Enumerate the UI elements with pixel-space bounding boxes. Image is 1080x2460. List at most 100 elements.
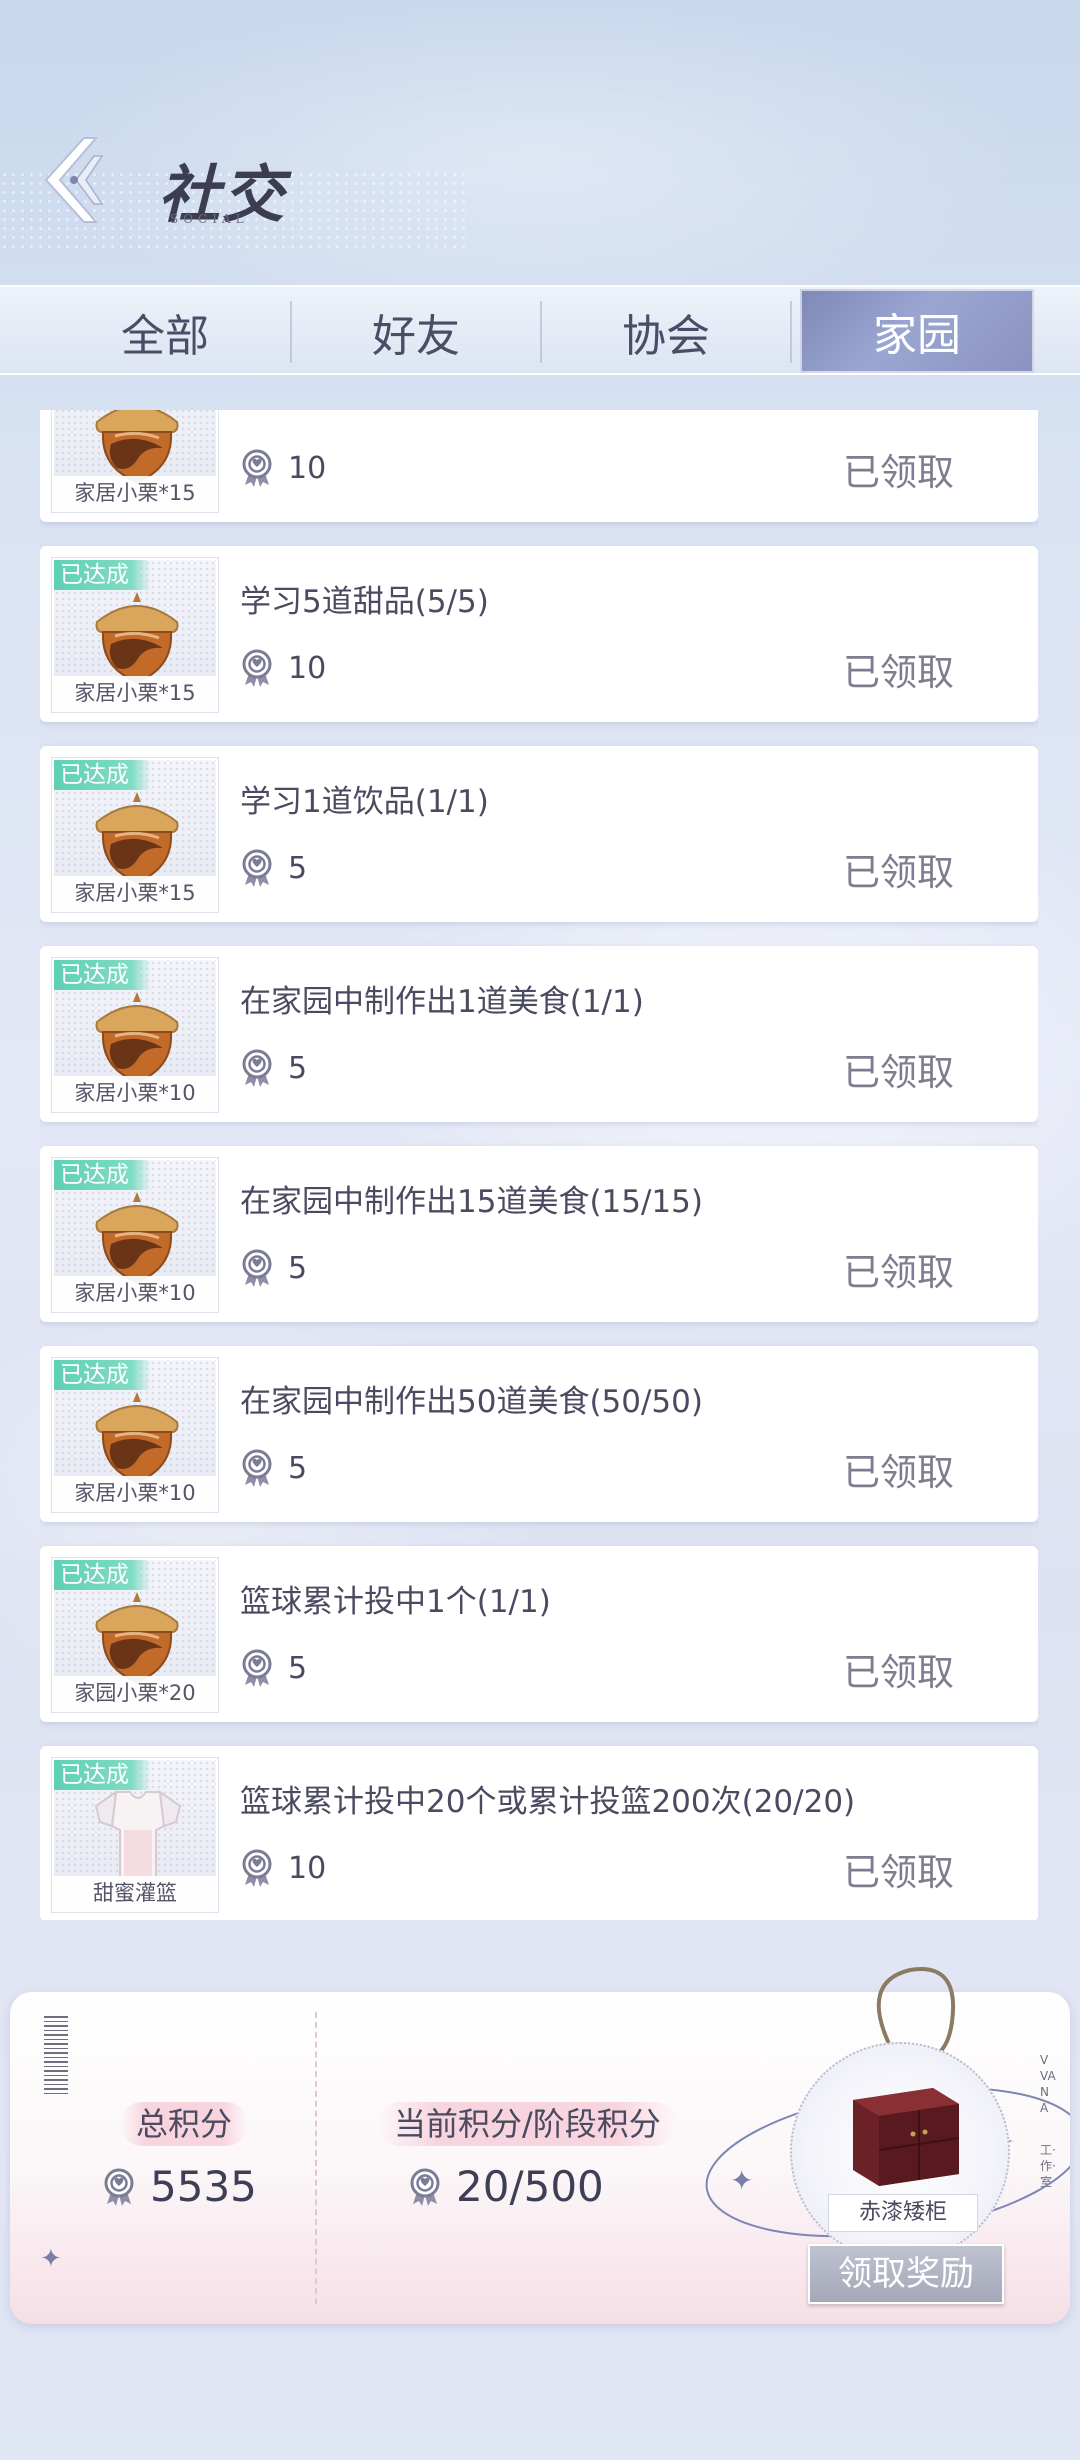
task-card: 家居小栗*15 10 已领取	[40, 410, 1038, 522]
task-card: 已达成 家居小栗*10 在家园中制作出50道美食(50/50) 5 已领取	[40, 1346, 1038, 1522]
total-points-value: 5535	[102, 2162, 257, 2211]
tab-friends[interactable]: 好友	[292, 287, 540, 377]
reward-thumbnail: 已达成 家居小栗*15	[52, 758, 218, 912]
acorn-icon	[87, 1588, 187, 1684]
task-title: 在家园中制作出1道美食(1/1)	[240, 984, 644, 1020]
points-value: 10	[288, 650, 327, 686]
completed-badge: 已达成	[54, 960, 151, 990]
claimed-status[interactable]: 已领取	[843, 1642, 954, 1696]
back-button[interactable]	[38, 132, 110, 228]
points-value: 5	[288, 850, 308, 886]
reward-thumbnail: 已达成 甜蜜灌篮	[52, 1758, 218, 1912]
points-value: 10	[288, 450, 327, 486]
points-row: 5	[240, 1446, 307, 1490]
medal-icon	[240, 1449, 274, 1487]
reward-label: 家居小栗*15	[54, 876, 216, 910]
reward-thumbnail: 已达成 家居小栗*10	[52, 1358, 218, 1512]
page-subtitle: SOCIAL	[170, 212, 249, 226]
reward-label: 家居小栗*10	[54, 1076, 216, 1110]
task-title: 在家园中制作出50道美食(50/50)	[240, 1384, 703, 1420]
points-row: 5	[240, 1646, 307, 1690]
acorn-icon	[87, 588, 187, 684]
points-row: 10	[240, 1846, 326, 1890]
task-list[interactable]: 家居小栗*15 10 已领取 已达成 家居小栗*15 学习5道甜品(5/5) 1…	[40, 410, 1038, 1920]
points-value: 5	[288, 1650, 308, 1686]
medal-icon	[240, 1849, 274, 1887]
task-title: 学习1道饮品(1/1)	[240, 784, 489, 820]
claimed-status[interactable]: 已领取	[843, 1842, 954, 1896]
tab-association[interactable]: 协会	[542, 287, 790, 377]
current-points-number: 20/500	[456, 2162, 604, 2211]
completed-badge: 已达成	[54, 760, 151, 790]
reward-thumbnail: 已达成 家园小栗*20	[52, 1558, 218, 1712]
jersey-icon	[94, 1789, 182, 1883]
claimed-status[interactable]: 已领取	[843, 1242, 954, 1296]
stage-reward: ✦ ✦ 赤漆矮柜 领取奖励	[690, 1962, 1070, 2324]
claimed-status[interactable]: 已领取	[843, 842, 954, 896]
task-card: 已达成 家居小栗*15 学习5道甜品(5/5) 10 已领取	[40, 546, 1038, 722]
points-row: 5	[240, 846, 307, 890]
acorn-icon	[87, 1388, 187, 1484]
task-card: 已达成 甜蜜灌篮 篮球累计投中20个或累计投篮200次(20/20) 10 已领…	[40, 1746, 1038, 1920]
completed-badge: 已达成	[54, 1360, 151, 1390]
task-title: 学习5道甜品(5/5)	[240, 584, 489, 620]
medal-icon	[240, 1049, 274, 1087]
current-points-label: 当前积分/阶段积分	[378, 2102, 677, 2146]
tab-all[interactable]: 全部	[40, 287, 290, 377]
acorn-icon	[87, 410, 187, 484]
ticket-divider	[315, 2012, 317, 2304]
reward-thumbnail: 已达成 家居小栗*10	[52, 1158, 218, 1312]
total-points-label: 总积分	[120, 2102, 249, 2146]
task-card: 已达成 家居小栗*10 在家园中制作出15道美食(15/15) 5 已领取	[40, 1146, 1038, 1322]
reward-label: 家居小栗*10	[54, 1476, 216, 1510]
points-row: 5	[240, 1246, 307, 1290]
claimed-status[interactable]: 已领取	[843, 1442, 954, 1496]
reward-thumbnail: 已达成 家居小栗*15	[52, 558, 218, 712]
points-row: 10	[240, 446, 326, 490]
task-title: 篮球累计投中1个(1/1)	[240, 1584, 551, 1620]
medal-icon	[240, 849, 274, 887]
acorn-icon	[87, 788, 187, 884]
points-value: 5	[288, 1450, 308, 1486]
barcode-decoration	[44, 2016, 68, 2096]
reward-thumbnail: 已达成 家居小栗*10	[52, 958, 218, 1112]
reward-name: 赤漆矮柜	[828, 2194, 978, 2232]
medal-icon	[102, 2168, 136, 2206]
claimed-status[interactable]: 已领取	[843, 1042, 954, 1096]
svg-text:✦: ✦	[730, 2164, 753, 2197]
tab-home[interactable]: 家园	[800, 289, 1034, 373]
header: 社交 SOCIAL	[0, 120, 1080, 240]
points-value: 10	[288, 1850, 327, 1886]
points-summary-panel: ✦ 总积分 5535 当前积分/阶段积分 20/500 VVANA 工·作·室 …	[10, 1967, 1070, 2324]
completed-badge: 已达成	[54, 560, 151, 590]
points-value: 5	[288, 1250, 308, 1286]
back-arrow-icon	[44, 137, 104, 223]
acorn-icon	[87, 1188, 187, 1284]
points-row: 5	[240, 1046, 307, 1090]
completed-badge: 已达成	[54, 1560, 151, 1590]
reward-thumbnail: 家居小栗*15	[52, 410, 218, 512]
tab-bar: 全部 好友 协会 家园	[0, 285, 1080, 375]
claim-reward-button[interactable]: 领取奖励	[808, 2244, 1004, 2304]
current-points-value: 20/500	[408, 2162, 604, 2211]
task-card: 已达成 家居小栗*15 学习1道饮品(1/1) 5 已领取	[40, 746, 1038, 922]
completed-badge: 已达成	[54, 1160, 151, 1190]
tab-divider	[790, 301, 792, 363]
claimed-status[interactable]: 已领取	[843, 642, 954, 696]
reward-label: 家居小栗*10	[54, 1276, 216, 1310]
points-row: 10	[240, 646, 326, 690]
medal-icon	[240, 1649, 274, 1687]
claimed-status[interactable]: 已领取	[843, 442, 954, 496]
task-card: 已达成 家居小栗*10 在家园中制作出1道美食(1/1) 5 已领取	[40, 946, 1038, 1122]
cabinet-icon	[853, 2088, 960, 2186]
acorn-icon	[87, 988, 187, 1084]
sparkle-icon: ✦	[40, 2244, 62, 2274]
medal-icon	[240, 449, 274, 487]
task-title: 篮球累计投中20个或累计投篮200次(20/20)	[240, 1784, 856, 1820]
reward-label: 家居小栗*15	[54, 676, 216, 710]
reward-label: 家居小栗*15	[54, 476, 216, 510]
completed-badge: 已达成	[54, 1760, 151, 1790]
medal-icon	[408, 2168, 442, 2206]
total-points-number: 5535	[150, 2162, 257, 2211]
medal-icon	[240, 649, 274, 687]
